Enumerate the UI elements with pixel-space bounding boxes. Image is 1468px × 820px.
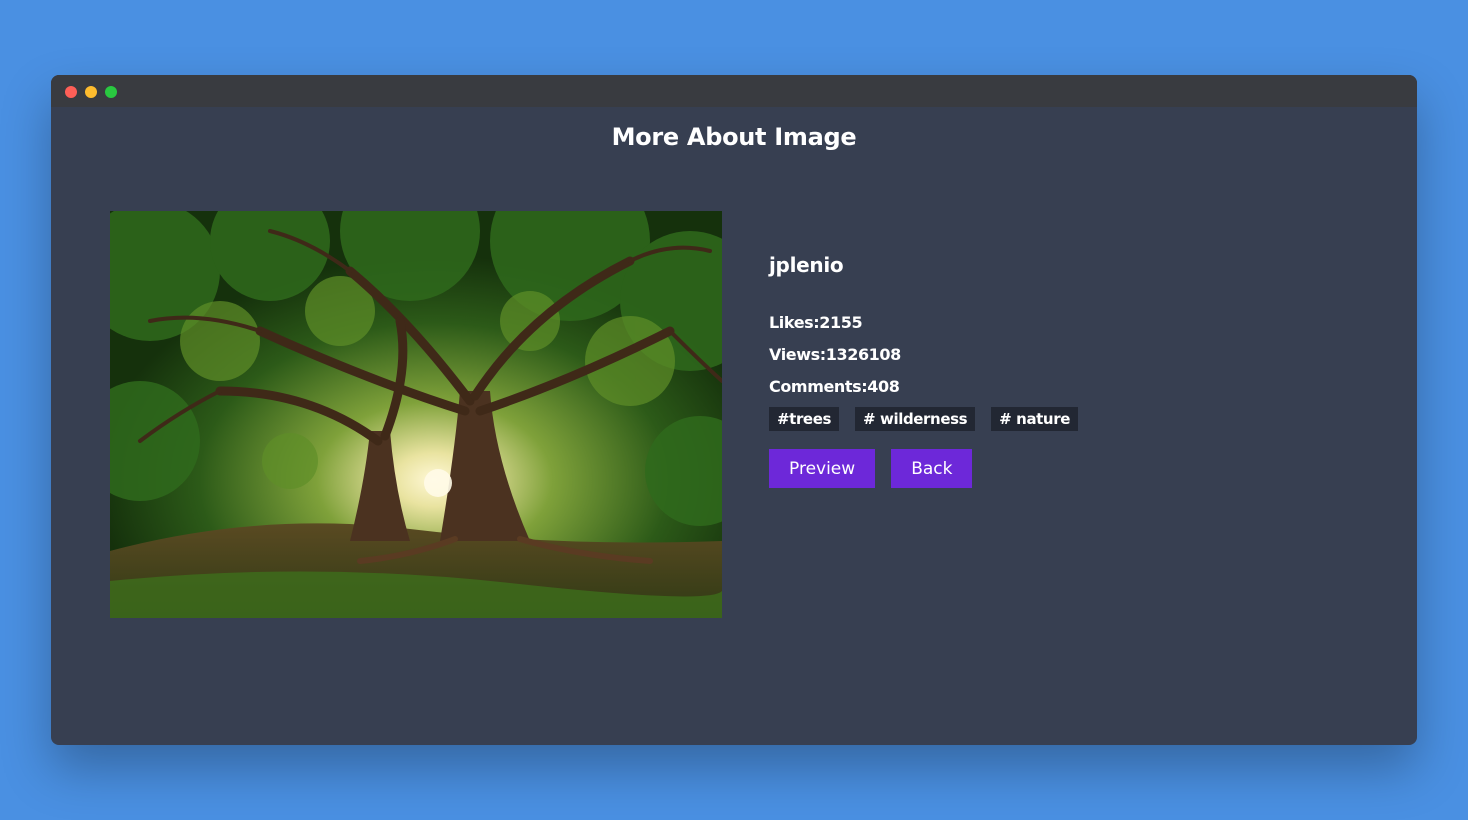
close-window-dot[interactable] (65, 86, 77, 98)
tree-photo (110, 211, 722, 618)
tag-badge: # nature (991, 407, 1078, 431)
maximize-window-dot[interactable] (105, 86, 117, 98)
likes-count: Likes:2155 (769, 313, 863, 332)
window-titlebar (51, 75, 1417, 107)
image-preview (110, 211, 722, 618)
author-username: jplenio (769, 253, 844, 277)
comments-count: Comments:408 (769, 377, 900, 396)
tag-badge: # wilderness (855, 407, 976, 431)
image-stats: Likes:2155 Views:1326108 Comments:408 (769, 307, 1269, 403)
action-buttons: Preview Back (769, 449, 1269, 488)
tag-badge: #trees (769, 407, 840, 431)
views-count: Views:1326108 (769, 345, 901, 364)
preview-button[interactable]: Preview (769, 449, 876, 488)
minimize-window-dot[interactable] (85, 86, 97, 98)
back-button[interactable]: Back (891, 449, 973, 488)
app-window: More About Image jplenio Likes:2155 View… (51, 75, 1417, 745)
tag-list: #trees # wilderness # nature (769, 407, 1269, 431)
page-title: More About Image (611, 123, 857, 151)
image-info-panel: jplenio Likes:2155 Views:1326108 Comment… (769, 251, 1269, 488)
